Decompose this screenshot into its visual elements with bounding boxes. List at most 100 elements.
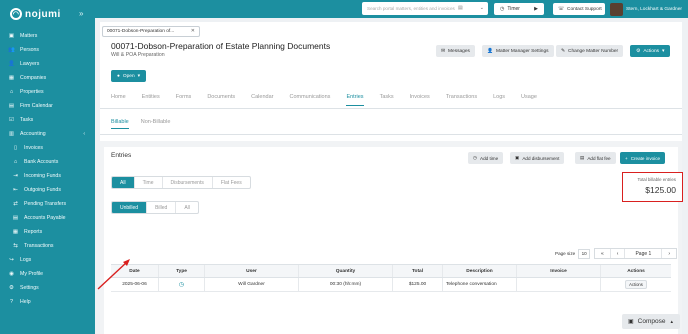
sidebar-item-bank-accounts[interactable]: ⌂ Bank Accounts (0, 155, 95, 169)
add-time-button[interactable]: ◷ Add time (468, 152, 504, 164)
change-number-label: Change Matter Number (568, 48, 619, 54)
user-name: Stern, Lockhart & Gardner (626, 6, 682, 12)
collapse-sidebar-icon[interactable]: » (79, 9, 83, 18)
total-billable-box: Total billable entries $125.00 (622, 172, 683, 202)
add-flat-fee-button[interactable]: ▤ Add flat fee (575, 152, 616, 164)
matter-tabs: Home Entities Forms Documents Calendar Commun… (111, 94, 553, 106)
tab-home[interactable]: Home (111, 94, 126, 106)
filter-all[interactable]: All (176, 202, 198, 213)
clock-icon: ◷ (178, 282, 185, 288)
sidebar-item-invoices[interactable]: ▯ Invoices (0, 141, 95, 155)
tab-usage[interactable]: Usage (521, 94, 537, 106)
matter-tab[interactable]: 00071-Dobson-Preparation of... ✕ (102, 26, 200, 37)
people-icon: 👥 (8, 47, 15, 53)
timer-button[interactable]: ◷ Timer ▶ (494, 3, 544, 15)
filter-time[interactable]: Time (135, 177, 163, 188)
user-menu[interactable]: Stern, Lockhart & Gardner (610, 2, 682, 16)
sidebar-item-settings[interactable]: ⚙ Settings (0, 281, 95, 295)
tab-calendar[interactable]: Calendar (251, 94, 273, 106)
help-icon: ? (9, 299, 14, 305)
filter-all[interactable]: All (112, 177, 135, 188)
sidebar-item-reports[interactable]: ▦ Reports (0, 225, 95, 239)
sidebar-item-label: Pending Transfers (24, 201, 67, 207)
cell-description: Telephone conversation (443, 278, 517, 291)
clock-icon: ◷ (500, 6, 505, 12)
subtab-non-billable[interactable]: Non-Billable (141, 119, 171, 129)
page-size-label: Page size (555, 251, 576, 256)
compose-button[interactable]: ▣ Compose ▴ (622, 314, 680, 329)
tab-communications[interactable]: Communications (289, 94, 330, 106)
status-dropdown[interactable]: ● Open ▾ (111, 70, 147, 82)
briefcase-icon: ▣ (8, 33, 15, 39)
tab-entries[interactable]: Entries (346, 94, 364, 106)
sidebar-item-label: Tasks (20, 117, 34, 123)
filter-disbursements[interactable]: Disbursements (163, 177, 213, 188)
next-page-button[interactable]: › (662, 249, 676, 258)
compose-icon: ▣ (628, 319, 634, 325)
sidebar-item-tasks[interactable]: ☑ Tasks (0, 113, 95, 127)
contact-support-button[interactable]: ☏ Contact Support (553, 3, 605, 15)
sidebar-item-properties[interactable]: ⌂ Properties (0, 85, 95, 99)
sidebar-nav: ▣ Matters 👥 Persons 👤 Lawyers ▦ Companies ⌂ Prope… (0, 29, 95, 309)
filter-billed[interactable]: Billed (147, 202, 177, 213)
chevron-down-icon[interactable]: ⌄ (480, 5, 484, 11)
first-page-button[interactable]: « (595, 249, 611, 258)
sidebar-item-matters[interactable]: ▣ Matters (0, 29, 95, 43)
messages-button[interactable]: ✉ Messages (436, 45, 475, 57)
tab-transactions[interactable]: Transactions (446, 94, 477, 106)
tab-invoices[interactable]: Invoices (410, 94, 430, 106)
sidebar-item-help[interactable]: ? Help (0, 295, 95, 309)
messages-icon: ✉ (441, 48, 446, 54)
add-flat-fee-label: Add flat fee (587, 155, 611, 161)
table-header: Date Type User Quantity Total Description Invo… (111, 264, 671, 278)
manager-settings-label: Matter Manager Settings (495, 48, 549, 54)
sidebar-item-accounting[interactable]: ▥ Accounting ‹ (0, 127, 95, 141)
sidebar-item-outgoing-funds[interactable]: ⇤ Outgoing Funds (0, 183, 95, 197)
sidebar-item-companies[interactable]: ▦ Companies (0, 71, 95, 85)
type-filter-group: All Time Disbursements Flat Fees (111, 176, 251, 189)
main-content: 00071-Dobson-Preparation of... ✕ 00071-D… (97, 22, 683, 334)
sidebar-item-transactions[interactable]: ⇆ Transactions (0, 239, 95, 253)
user-circle-icon: ◉ (9, 271, 14, 277)
sidebar-item-label: Persons (20, 47, 40, 53)
logo-text: nojumi (25, 8, 61, 20)
sidebar-item-my-profile[interactable]: ◉ My Profile (0, 267, 95, 281)
search-input[interactable]: Search portal matters, entities and invo… (362, 2, 488, 15)
tab-logs[interactable]: Logs (493, 94, 505, 106)
add-time-label: Add time (480, 155, 499, 161)
row-actions-button[interactable]: Actions (625, 280, 647, 289)
prev-page-button[interactable]: ‹ (611, 249, 626, 258)
logo[interactable]: ◠ nojumi (10, 6, 61, 22)
tab-forms[interactable]: Forms (176, 94, 192, 106)
filter-flat-fees[interactable]: Flat Fees (213, 177, 250, 188)
cell-invoice (517, 278, 601, 291)
plus-icon: + (625, 155, 628, 161)
change-matter-number-button[interactable]: ✎ Change Matter Number (556, 45, 624, 57)
sidebar-item-accounts-payable[interactable]: ▤ Accounts Payable (0, 211, 95, 225)
play-icon[interactable]: ▶ (534, 6, 538, 12)
sidebar-item-label: Help (20, 299, 31, 305)
sidebar-item-incoming-funds[interactable]: ⇥ Incoming Funds (0, 169, 95, 183)
cell-type-icon: ◷ (159, 278, 205, 291)
create-invoice-button[interactable]: + Create invoice (620, 152, 666, 164)
sidebar-item-label: Incoming Funds (24, 173, 61, 179)
table-body: 2025-06-06 ◷ Will Gardner 00:30 (hh:mm) $125… (111, 278, 671, 292)
matter-manager-settings-button[interactable]: 👤 Matter Manager Settings (482, 45, 554, 57)
filter-unbilled[interactable]: Unbilled (112, 202, 148, 213)
tab-entities[interactable]: Entities (142, 94, 160, 106)
page-title: 00071-Dobson-Preparation of Estate Plann… (111, 41, 331, 51)
actions-button[interactable]: ⚙ Actions ▾ (630, 45, 671, 57)
sidebar-item-firm-calendar[interactable]: ▤ Firm Calendar (0, 99, 95, 113)
column-header-description: Description (443, 265, 517, 277)
tab-tasks[interactable]: Tasks (380, 94, 394, 106)
gear-icon: ⚙ (9, 285, 14, 291)
page-size-select[interactable]: 10 (578, 248, 591, 259)
sidebar-item-persons[interactable]: 👥 Persons (0, 43, 95, 57)
tab-documents[interactable]: Documents (207, 94, 235, 106)
sidebar-item-lawyers[interactable]: 👤 Lawyers (0, 57, 95, 71)
add-disbursement-button[interactable]: ▣ Add disbursement (510, 152, 565, 164)
sidebar-item-logs[interactable]: ↪ Logs (0, 253, 95, 267)
subtab-billable[interactable]: Billable (111, 119, 129, 129)
sidebar-item-pending-transfers[interactable]: ⇄ Pending Transfers (0, 197, 95, 211)
close-icon[interactable]: ✕ (191, 28, 195, 34)
